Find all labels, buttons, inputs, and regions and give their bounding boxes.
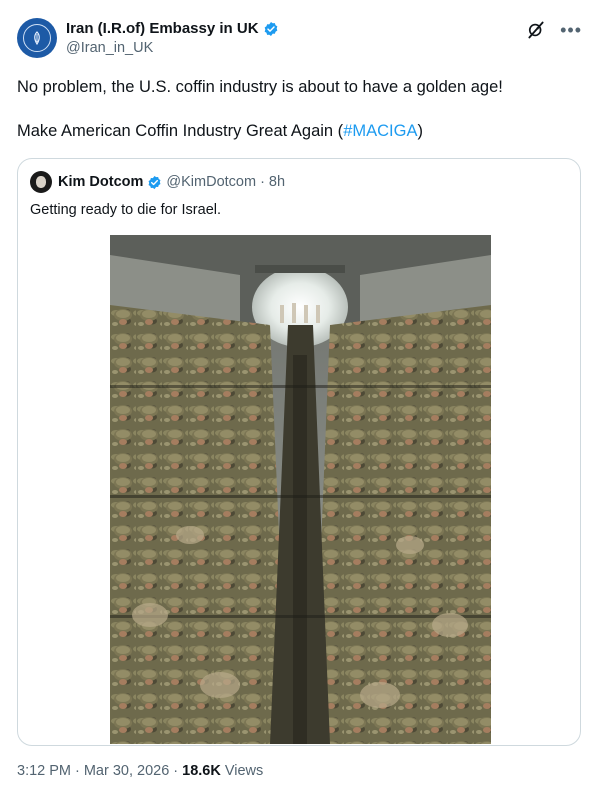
tweet-date[interactable]: Mar 30, 2026 — [84, 763, 169, 779]
views-count: 18.6K — [182, 763, 221, 779]
author-avatar[interactable] — [17, 18, 57, 58]
verified-badge-icon — [264, 21, 277, 36]
more-options-icon[interactable]: ••• — [560, 21, 582, 39]
tweet-header: Iran (I.R.of) Embassy in UK @Iran_in_UK … — [17, 18, 582, 62]
tweet-body: No problem, the U.S. coffin industry is … — [17, 76, 577, 142]
hashtag-link[interactable]: #MACIGA — [343, 122, 417, 140]
views-label: Views — [224, 763, 264, 779]
aircraft-cabin-photo — [110, 235, 491, 744]
tweet-line-2: Make American Coffin Industry Great Agai… — [17, 120, 577, 142]
footer-separator: · — [75, 763, 80, 779]
author-display-name[interactable]: Iran (I.R.of) Embassy in UK — [66, 20, 259, 37]
author-name-row: Iran (I.R.of) Embassy in UK — [66, 20, 279, 37]
header-actions: ••• — [526, 20, 582, 40]
embassy-emblem-icon — [23, 24, 51, 52]
tweet-time[interactable]: 3:12 PM — [17, 763, 71, 779]
quote-author-row: Kim Dotcom @KimDotcom · 8h — [58, 174, 285, 190]
tweet-line-2-prefix: Make American Coffin Industry Great Agai… — [17, 122, 344, 140]
quote-handle[interactable]: @KimDotcom — [166, 174, 256, 190]
quote-photo[interactable] — [110, 235, 491, 744]
quote-author-avatar[interactable] — [30, 171, 52, 193]
verified-badge-icon — [148, 175, 161, 189]
footer-separator: · — [173, 763, 179, 779]
quote-text: Getting ready to die for Israel. — [30, 202, 222, 218]
quote-time[interactable]: 8h — [269, 174, 285, 190]
quoted-tweet[interactable]: Kim Dotcom @KimDotcom · 8h Getting ready… — [17, 158, 581, 746]
tweet-line-2-suffix: ) — [417, 122, 423, 140]
tweet-footer: 3:12 PM · Mar 30, 2026 · 18.6K Views — [17, 763, 263, 779]
quote-display-name[interactable]: Kim Dotcom — [58, 174, 143, 190]
quote-separator: · — [260, 174, 265, 190]
author-handle[interactable]: @Iran_in_UK — [66, 40, 153, 56]
grok-icon[interactable] — [526, 20, 546, 40]
tweet-line-1: No problem, the U.S. coffin industry is … — [17, 78, 503, 96]
